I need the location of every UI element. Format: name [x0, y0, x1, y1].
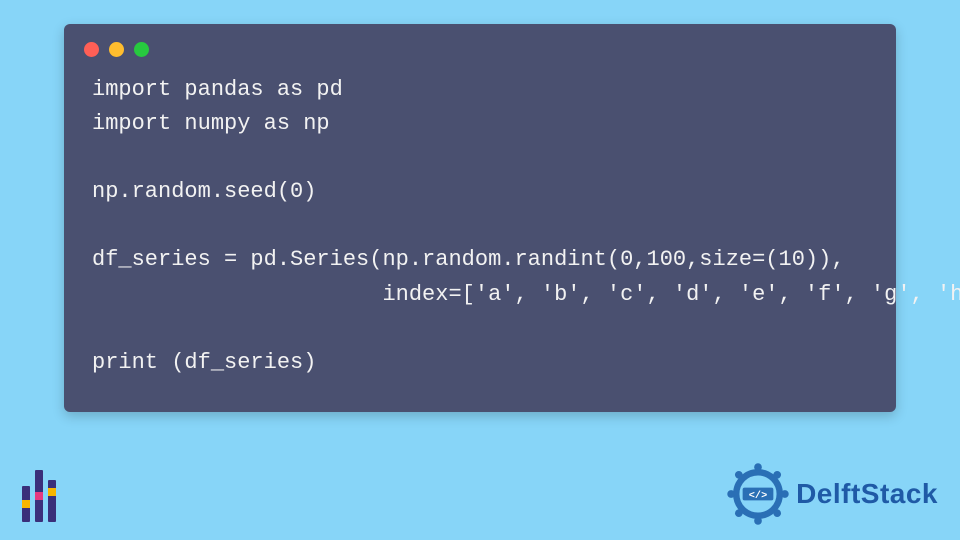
brand-footer: </> DelftStack: [726, 462, 938, 526]
code-content: import pandas as pd import numpy as np n…: [64, 69, 896, 388]
maximize-icon[interactable]: [134, 42, 149, 57]
minimize-icon[interactable]: [109, 42, 124, 57]
bar-chart-icon: [22, 466, 56, 522]
brand-name: DelftStack: [796, 478, 938, 510]
delftstack-badge-icon: </>: [726, 462, 790, 526]
corner-logo: [22, 466, 56, 522]
close-icon[interactable]: [84, 42, 99, 57]
window-controls: [64, 24, 896, 69]
badge-symbol: </>: [749, 490, 767, 502]
code-window: import pandas as pd import numpy as np n…: [64, 24, 896, 412]
